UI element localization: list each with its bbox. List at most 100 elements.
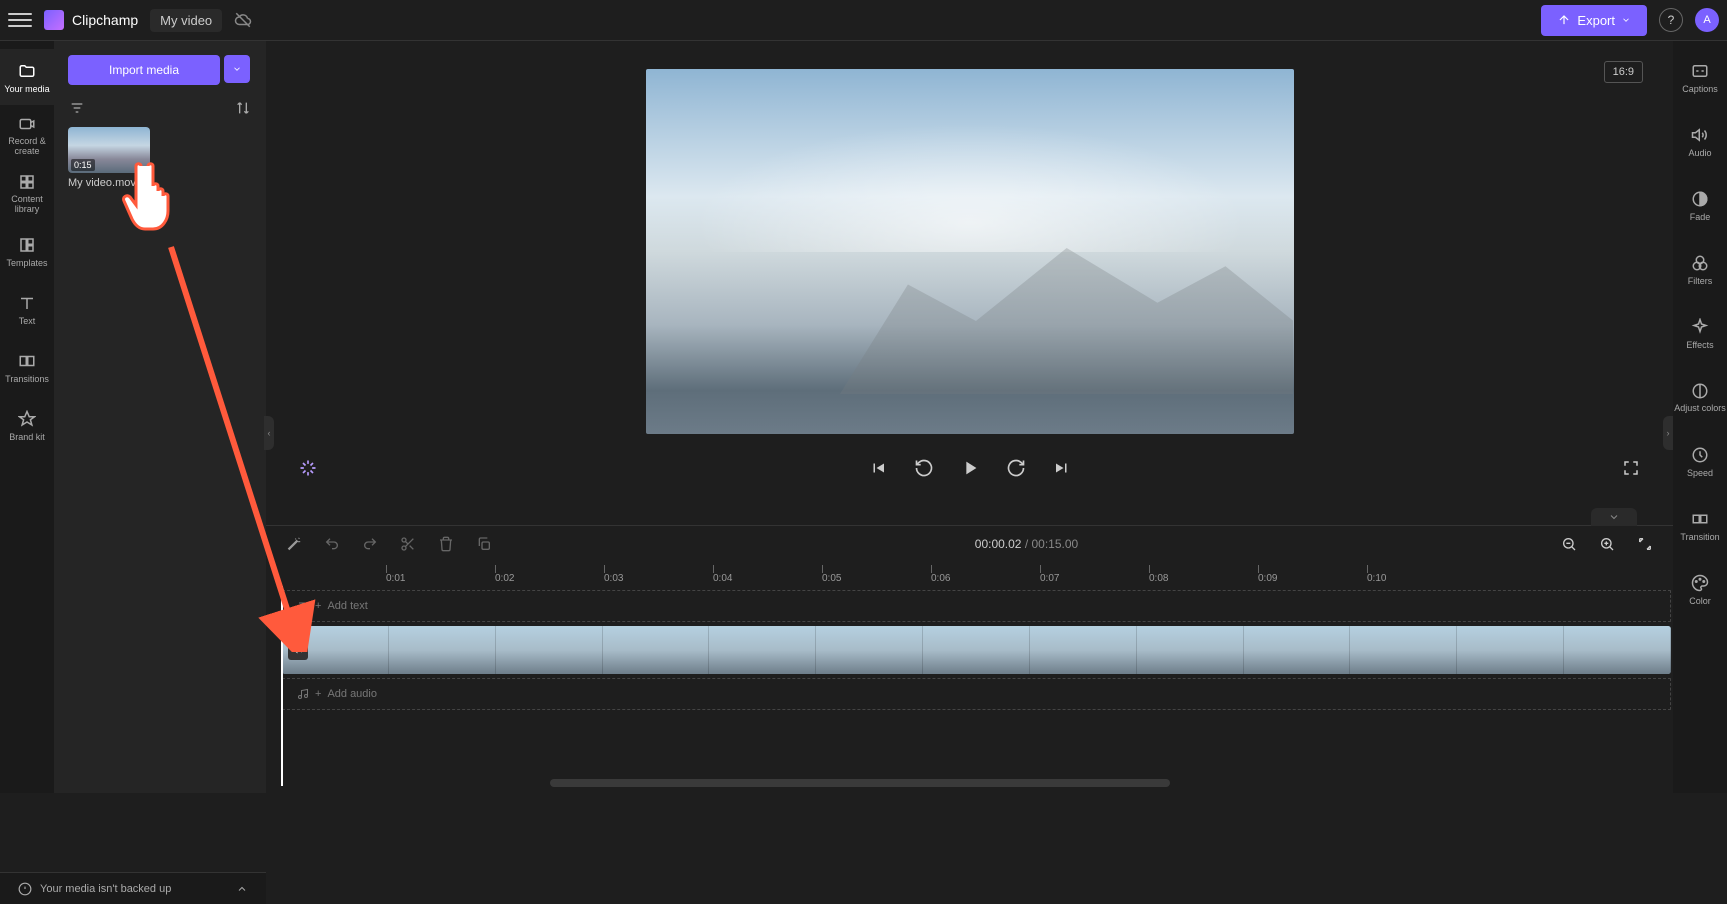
nav-record-create[interactable]: Record & create bbox=[0, 107, 54, 163]
fit-zoom-button[interactable] bbox=[1633, 532, 1657, 556]
right-sidebar: Captions Audio Fade Filters Effects Adju… bbox=[1673, 41, 1727, 793]
text-track-icon bbox=[297, 600, 309, 612]
speaker-icon bbox=[1690, 125, 1710, 145]
collapse-right-panel-button[interactable]: › bbox=[1663, 416, 1673, 450]
top-bar: Clipchamp My video Export ? A bbox=[0, 0, 1727, 41]
app-logo[interactable]: Clipchamp bbox=[44, 10, 138, 30]
media-filename: My video.mov bbox=[68, 177, 252, 189]
undo-button[interactable] bbox=[320, 532, 344, 556]
add-audio-label: Add audio bbox=[327, 688, 377, 700]
nav-label: Templates bbox=[6, 258, 47, 268]
ruler-mark-label: 0:10 bbox=[1367, 573, 1386, 584]
clip-audio-toggle[interactable] bbox=[288, 640, 308, 660]
nav-label: Adjust colors bbox=[1674, 404, 1726, 414]
timeline-tracks: + Add text + Add audio bbox=[266, 586, 1673, 793]
playhead[interactable] bbox=[281, 586, 283, 786]
ruler-mark-label: 0:05 bbox=[822, 573, 841, 584]
cloud-sync-off-icon[interactable] bbox=[234, 11, 252, 29]
replay-icon bbox=[914, 458, 934, 478]
skip-next-icon bbox=[1053, 459, 1071, 477]
add-audio-track[interactable]: + Add audio bbox=[282, 678, 1671, 710]
export-label: Export bbox=[1577, 13, 1615, 28]
auto-enhance-button[interactable] bbox=[282, 532, 306, 556]
collapse-timeline-button[interactable] bbox=[1591, 508, 1637, 526]
backup-status-bar[interactable]: Your media isn't backed up bbox=[0, 872, 266, 904]
text-icon bbox=[17, 293, 37, 313]
export-button[interactable]: Export bbox=[1541, 5, 1647, 36]
nav-content-library[interactable]: Content library bbox=[0, 165, 54, 221]
timeline-scrollbar[interactable] bbox=[550, 779, 1170, 787]
video-preview[interactable] bbox=[646, 69, 1294, 434]
nav-your-media[interactable]: Your media bbox=[0, 49, 54, 105]
timeline-timecode: 00:00.02 / 00:15.00 bbox=[975, 537, 1078, 551]
project-title-input[interactable]: My video bbox=[150, 9, 222, 32]
nav-effects[interactable]: Effects bbox=[1673, 305, 1727, 361]
ai-enhance-button[interactable] bbox=[296, 456, 320, 480]
zoom-in-button[interactable] bbox=[1595, 532, 1619, 556]
add-text-label: Add text bbox=[327, 600, 367, 612]
fullscreen-icon bbox=[1622, 459, 1640, 477]
timeline-toolbar: 00:00.02 / 00:15.00 bbox=[266, 526, 1673, 562]
delete-button[interactable] bbox=[434, 532, 458, 556]
brand-icon bbox=[17, 409, 37, 429]
preview-clouds bbox=[646, 106, 1294, 252]
chevron-down-icon bbox=[1608, 511, 1620, 523]
nav-transitions[interactable]: Transitions bbox=[0, 339, 54, 395]
top-bar-left: Clipchamp My video bbox=[8, 8, 252, 32]
zoom-out-button[interactable] bbox=[1557, 532, 1581, 556]
nav-adjust-colors[interactable]: Adjust colors bbox=[1673, 369, 1727, 425]
ruler-mark-label: 0:08 bbox=[1149, 573, 1168, 584]
redo-icon bbox=[362, 536, 378, 552]
backup-message: Your media isn't backed up bbox=[40, 883, 171, 895]
nav-filters[interactable]: Filters bbox=[1673, 241, 1727, 297]
nav-brand-kit[interactable]: Brand kit bbox=[0, 397, 54, 453]
add-text-track[interactable]: + Add text bbox=[282, 590, 1671, 622]
center-area: 16:9 bbox=[266, 41, 1673, 793]
chevron-up-icon bbox=[236, 883, 248, 895]
nav-fade[interactable]: Fade bbox=[1673, 177, 1727, 233]
aspect-ratio-button[interactable]: 16:9 bbox=[1604, 61, 1643, 83]
seek-back-button[interactable] bbox=[912, 456, 936, 480]
nav-label: Record & create bbox=[0, 137, 54, 157]
nav-color[interactable]: Color bbox=[1673, 561, 1727, 617]
media-thumbnail[interactable]: 0:15 bbox=[68, 127, 150, 173]
seek-forward-button[interactable] bbox=[1004, 456, 1028, 480]
skip-end-button[interactable] bbox=[1050, 456, 1074, 480]
cc-icon bbox=[1690, 61, 1710, 81]
video-clip[interactable] bbox=[282, 626, 1671, 674]
play-button[interactable] bbox=[958, 456, 982, 480]
filter-button[interactable] bbox=[68, 99, 86, 117]
help-button[interactable]: ? bbox=[1659, 8, 1683, 32]
nav-audio[interactable]: Audio bbox=[1673, 113, 1727, 169]
duplicate-button[interactable] bbox=[472, 532, 496, 556]
ruler-mark-label: 0:07 bbox=[1040, 573, 1059, 584]
nav-text[interactable]: Text bbox=[0, 281, 54, 337]
split-button[interactable] bbox=[396, 532, 420, 556]
nav-templates[interactable]: Templates bbox=[0, 223, 54, 279]
import-media-button[interactable]: Import media bbox=[68, 55, 220, 85]
music-track-icon bbox=[297, 688, 309, 700]
media-item[interactable]: 0:15 My video.mov bbox=[68, 127, 252, 189]
plus-icon: + bbox=[315, 600, 321, 612]
nav-captions[interactable]: Captions bbox=[1673, 49, 1727, 105]
chevron-down-icon bbox=[1621, 15, 1631, 25]
skip-start-button[interactable] bbox=[866, 456, 890, 480]
ruler-mark-label: 0:01 bbox=[386, 573, 405, 584]
timeline-ruler[interactable]: 0:01 0:02 0:03 0:04 0:05 0:06 0:07 0:08 … bbox=[266, 562, 1673, 586]
user-avatar[interactable]: A bbox=[1695, 8, 1719, 32]
clip-frames bbox=[282, 626, 1671, 674]
nav-transition[interactable]: Transition bbox=[1673, 497, 1727, 553]
menu-button[interactable] bbox=[8, 8, 32, 32]
speaker-icon bbox=[292, 644, 304, 656]
camera-icon bbox=[17, 114, 37, 134]
wand-icon bbox=[286, 536, 302, 552]
sort-button[interactable] bbox=[234, 99, 252, 117]
import-dropdown-button[interactable] bbox=[224, 55, 250, 83]
plus-icon: + bbox=[315, 688, 321, 700]
nav-speed[interactable]: Speed bbox=[1673, 433, 1727, 489]
redo-button[interactable] bbox=[358, 532, 382, 556]
collapse-left-panel-button[interactable]: ‹ bbox=[264, 416, 274, 450]
fullscreen-button[interactable] bbox=[1619, 456, 1643, 480]
speed-icon bbox=[1690, 445, 1710, 465]
nav-label: Your media bbox=[4, 84, 49, 94]
